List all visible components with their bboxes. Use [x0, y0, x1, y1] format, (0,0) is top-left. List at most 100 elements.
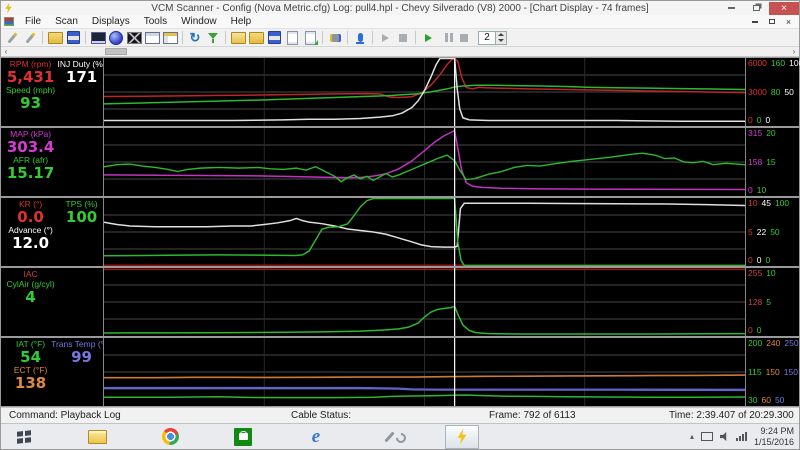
menu-item-window[interactable]: Window — [174, 16, 224, 27]
temps-panel-labels: IAT (°F)54ECT (°F)138Trans Temp (°F)99 — [1, 338, 104, 406]
scrollbar-thumb[interactable] — [104, 48, 128, 55]
globe-display-icon[interactable] — [108, 30, 124, 45]
record-play-icon[interactable] — [377, 30, 393, 45]
temps-panel: IAT (°F)54ECT (°F)138Trans Temp (°F)99 20… — [1, 338, 799, 407]
log-file-icon[interactable] — [284, 30, 300, 45]
tray-show-hidden-icon[interactable]: ▴ — [690, 432, 694, 441]
mdi-restore-button[interactable] — [764, 16, 779, 27]
map-panel-param-value: 303.4 — [6, 138, 55, 156]
tray-signal-icon[interactable] — [735, 432, 747, 441]
mdi-minimize-button[interactable] — [747, 16, 762, 27]
save-log-icon[interactable] — [266, 30, 282, 45]
kr-panel-labels: KR (°) 0.0 Advance (°) 12.0 TPS (%) 100 — [1, 198, 104, 266]
rpm-panel-axis-mid: 3000 80 50 — [748, 87, 799, 97]
dtc-display-icon[interactable] — [162, 30, 178, 45]
iac-panel-axis-tick: 128 — [748, 296, 763, 307]
gauge-display-icon[interactable] — [90, 30, 106, 45]
toolbar-separator — [347, 31, 348, 44]
scroll-right-icon[interactable]: › — [789, 47, 799, 56]
iac-panel-param-label: IAC — [23, 269, 38, 279]
temps-panel-axis: 200 240 250 115 150 150 30 60 50 — [746, 338, 799, 406]
rpm-panel-param-value: 5,431 — [6, 68, 55, 86]
menu-item-displays[interactable]: Displays — [85, 16, 137, 27]
tray-network-icon[interactable] — [701, 432, 713, 441]
status-command: Command: Playback Log — [9, 410, 121, 421]
iac-panel-plot[interactable] — [104, 268, 746, 336]
chart-display-icon[interactable] — [126, 30, 142, 45]
kr-panel-axis-tick: 10 — [748, 198, 758, 208]
map-panel-axis-tick: 10 — [756, 185, 767, 195]
vcm-scanner-icon[interactable] — [445, 424, 479, 449]
refresh-icon[interactable] — [187, 30, 203, 45]
rpm-panel-axis-tick: 0 — [765, 115, 771, 125]
open-config-icon[interactable] — [47, 30, 63, 45]
taskbar-clock[interactable]: 9:24 PM 1/15/2016 — [754, 426, 794, 448]
taskbar: ▴ 9:24 PM 1/15/2016 — [1, 423, 799, 449]
tray-volume-icon[interactable] — [720, 432, 729, 441]
iac-panel-axis-bot: 00 — [748, 326, 799, 335]
playback-stop-icon[interactable] — [456, 30, 472, 45]
iac-panel-axis-tick: 0 — [756, 325, 762, 335]
save-config-icon[interactable] — [65, 30, 81, 45]
temps-panel-plot[interactable] — [104, 338, 746, 406]
rpm-panel-param-value: 93 — [20, 94, 42, 112]
menu-item-scan[interactable]: Scan — [48, 16, 85, 27]
voice-control-icon[interactable] — [352, 30, 368, 45]
playback-play-icon[interactable] — [420, 30, 436, 45]
menu-item-file[interactable]: File — [18, 16, 48, 27]
windows-store-icon[interactable] — [226, 425, 260, 449]
rpm-panel-axis-tick: 160 — [770, 58, 786, 68]
toolbar-separator — [372, 31, 373, 44]
map-panel-plot[interactable] — [104, 128, 746, 196]
tools-wrench-icon[interactable] — [372, 425, 406, 449]
rpm-panel-axis-tick: 6000 — [748, 58, 767, 68]
map-panel-axis-tick: 315 — [748, 128, 763, 138]
menu-item-tools[interactable]: Tools — [137, 16, 174, 27]
open-log-icon[interactable] — [230, 30, 246, 45]
edit-pencil2-icon[interactable] — [22, 30, 38, 45]
menu-item-help[interactable]: Help — [224, 16, 259, 27]
file-explorer-icon[interactable] — [80, 425, 114, 449]
kr-panel-axis-tick: 45 — [761, 198, 771, 208]
iac-panel-param-value: 4 — [25, 288, 36, 306]
mdi-child-icon[interactable] — [4, 17, 14, 26]
rpm-panel-axis: 600016010030008050000 — [746, 58, 800, 126]
record-stop-icon[interactable] — [395, 30, 411, 45]
map-panel-axis-tick: 15 — [766, 156, 776, 167]
rpm-panel-param-value: 171 — [65, 68, 98, 86]
vcm-scanner-window: VCM Scanner - Config (Nova Metric.cfg) L… — [0, 0, 800, 450]
temps-panel-param-value: 99 — [71, 348, 92, 366]
temps-panel-axis-tick: 60 — [761, 395, 771, 405]
status-bar: Command: Playback Log Cable Status: Fram… — [1, 407, 799, 423]
spinner-down-icon[interactable] — [496, 37, 506, 44]
playback-pause-icon[interactable] — [438, 30, 454, 45]
minimize-button[interactable] — [719, 2, 744, 15]
internet-explorer-icon[interactable] — [299, 425, 333, 449]
rpm-panel-plot[interactable] — [104, 58, 746, 126]
restore-button[interactable] — [744, 2, 769, 15]
playback-speed-spinner[interactable]: 2 — [478, 30, 507, 45]
filter-icon[interactable] — [205, 30, 221, 45]
chart-hscrollbar[interactable]: ‹ › — [1, 47, 799, 57]
table-display-icon[interactable] — [144, 30, 160, 45]
rpm-panel-axis-top: 6000160100 — [748, 58, 800, 68]
chrome-icon[interactable] — [153, 425, 187, 449]
connection-icon[interactable] — [327, 30, 343, 45]
kr-panel-axis: 10 45 100 5 22 50 0 0 0 — [746, 198, 799, 266]
browse-log-icon[interactable] — [248, 30, 264, 45]
temps-panel-axis-bot: 30 60 50 — [748, 396, 799, 405]
toolbar-separator — [322, 31, 323, 44]
scroll-left-icon[interactable]: ‹ — [1, 47, 11, 56]
map-panel-param-value: 15.17 — [6, 164, 55, 182]
menu-bar: File Scan Displays Tools Window Help × — [1, 15, 799, 29]
reload-log-icon[interactable] — [302, 30, 318, 45]
temps-panel-axis-tick: 200 — [748, 338, 763, 348]
status-cable: Cable Status: — [291, 410, 352, 421]
edit-pencil-icon[interactable] — [4, 30, 20, 45]
mdi-close-button[interactable]: × — [781, 16, 796, 27]
close-button[interactable]: × — [769, 1, 799, 15]
start-button[interactable] — [7, 425, 41, 449]
rpm-panel: RPM (rpm) 5,431 Speed (mph) 93 INJ Duty (%) 1… — [1, 58, 800, 128]
kr-panel-plot[interactable] — [104, 198, 746, 266]
clock-date: 1/15/2016 — [753, 436, 794, 447]
